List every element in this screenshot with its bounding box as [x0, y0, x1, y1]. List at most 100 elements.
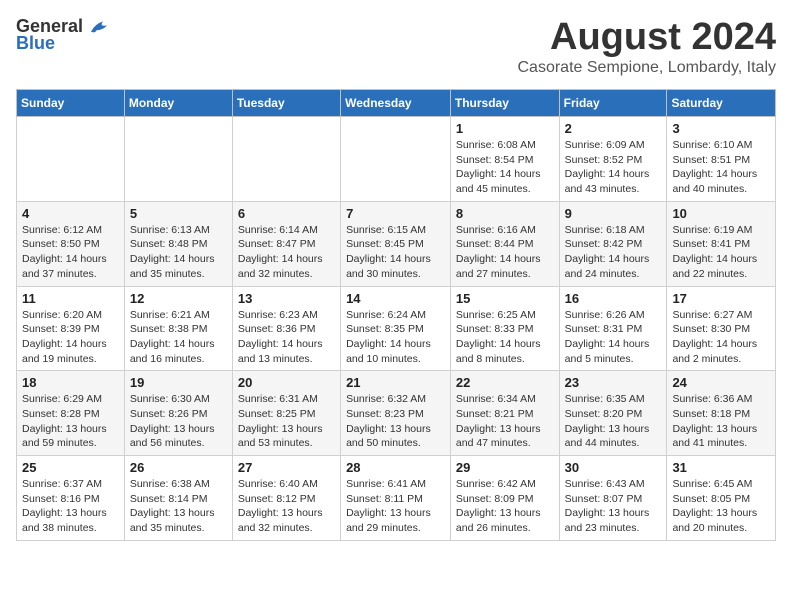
table-row: 23Sunrise: 6:35 AMSunset: 8:20 PMDayligh…: [559, 371, 667, 456]
table-row: 22 Sunrise: 6:34 AMSunset: 8:21 PMDayligh…: [450, 371, 559, 456]
table-row: 20Sunrise: 6:31 AMSunset: 8:25 PMDayligh…: [232, 371, 340, 456]
table-row: 4 Sunrise: 6:12 AMSunset: 8:50 PMDaylight…: [17, 201, 125, 286]
table-row: 5 Sunrise: 6:13 AMSunset: 8:48 PMDaylight…: [124, 201, 232, 286]
table-row: 19 Sunrise: 6:30 AMSunset: 8:26 PMDayligh…: [124, 371, 232, 456]
table-row: 2 Sunrise: 6:09 AMSunset: 8:52 PMDaylight…: [559, 117, 667, 202]
table-row: [124, 117, 232, 202]
day-number: 5: [130, 206, 227, 221]
day-number: 7: [346, 206, 445, 221]
day-number: 24: [672, 375, 770, 390]
day-number: 23: [565, 375, 662, 390]
col-tuesday: Tuesday: [232, 90, 340, 117]
table-row: 13Sunrise: 6:23 AMSunset: 8:36 PMDayligh…: [232, 286, 340, 371]
day-info: Sunrise: 6:40 AMSunset: 8:12 PMDaylight:…: [238, 477, 335, 536]
table-row: 11 Sunrise: 6:20 AMSunset: 8:39 PMDayligh…: [17, 286, 125, 371]
calendar-title-area: August 2024 Casorate Sempione, Lombardy,…: [518, 16, 777, 77]
day-number: 14: [346, 291, 445, 306]
day-info: Sunrise: 6:08 AMSunset: 8:54 PMDaylight:…: [456, 138, 554, 197]
day-info: Sunrise: 6:12 AMSunset: 8:50 PMDaylight:…: [22, 223, 119, 282]
day-info: Sunrise: 6:10 AMSunset: 8:51 PMDaylight:…: [672, 138, 770, 197]
table-row: 9 Sunrise: 6:18 AMSunset: 8:42 PMDaylight…: [559, 201, 667, 286]
day-info: Sunrise: 6:21 AMSunset: 8:38 PMDaylight:…: [130, 308, 227, 367]
col-friday: Friday: [559, 90, 667, 117]
day-info: Sunrise: 6:43 AMSunset: 8:07 PMDaylight:…: [565, 477, 662, 536]
table-row: 3 Sunrise: 6:10 AMSunset: 8:51 PMDaylight…: [667, 117, 776, 202]
col-saturday: Saturday: [667, 90, 776, 117]
day-info: Sunrise: 6:31 AMSunset: 8:25 PMDaylight:…: [238, 392, 335, 451]
day-number: 8: [456, 206, 554, 221]
day-info: Sunrise: 6:18 AMSunset: 8:42 PMDaylight:…: [565, 223, 662, 282]
day-number: 9: [565, 206, 662, 221]
day-info: Sunrise: 6:30 AMSunset: 8:26 PMDaylight:…: [130, 392, 227, 451]
day-number: 15: [456, 291, 554, 306]
day-info: Sunrise: 6:26 AMSunset: 8:31 PMDaylight:…: [565, 308, 662, 367]
location-subtitle: Casorate Sempione, Lombardy, Italy: [518, 59, 777, 77]
day-number: 3: [672, 121, 770, 136]
table-row: 26 Sunrise: 6:38 AMSunset: 8:14 PMDayligh…: [124, 456, 232, 541]
day-info: Sunrise: 6:20 AMSunset: 8:39 PMDaylight:…: [22, 308, 119, 367]
calendar-week-row: 11 Sunrise: 6:20 AMSunset: 8:39 PMDayligh…: [17, 286, 776, 371]
calendar-week-row: 1Sunrise: 6:08 AMSunset: 8:54 PMDaylight…: [17, 117, 776, 202]
table-row: 15 Sunrise: 6:25 AMSunset: 8:33 PMDayligh…: [450, 286, 559, 371]
calendar-week-row: 25 Sunrise: 6:37 AMSunset: 8:16 PMDayligh…: [17, 456, 776, 541]
table-row: [341, 117, 451, 202]
calendar-week-row: 18Sunrise: 6:29 AMSunset: 8:28 PMDayligh…: [17, 371, 776, 456]
calendar-header-row: Sunday Monday Tuesday Wednesday Thursday…: [17, 90, 776, 117]
day-number: 30: [565, 460, 662, 475]
table-row: 25 Sunrise: 6:37 AMSunset: 8:16 PMDayligh…: [17, 456, 125, 541]
day-number: 27: [238, 460, 335, 475]
table-row: 29Sunrise: 6:42 AMSunset: 8:09 PMDayligh…: [450, 456, 559, 541]
day-info: Sunrise: 6:14 AMSunset: 8:47 PMDaylight:…: [238, 223, 335, 282]
day-number: 2: [565, 121, 662, 136]
day-number: 28: [346, 460, 445, 475]
day-info: Sunrise: 6:34 AMSunset: 8:21 PMDaylight:…: [456, 392, 554, 451]
table-row: 12 Sunrise: 6:21 AMSunset: 8:38 PMDayligh…: [124, 286, 232, 371]
day-number: 25: [22, 460, 119, 475]
day-number: 6: [238, 206, 335, 221]
logo-bird-icon: [87, 17, 111, 37]
day-number: 12: [130, 291, 227, 306]
table-row: 28 Sunrise: 6:41 AMSunset: 8:11 PMDayligh…: [341, 456, 451, 541]
table-row: 6 Sunrise: 6:14 AMSunset: 8:47 PMDaylight…: [232, 201, 340, 286]
day-number: 26: [130, 460, 227, 475]
table-row: [232, 117, 340, 202]
table-row: 30 Sunrise: 6:43 AMSunset: 8:07 PMDayligh…: [559, 456, 667, 541]
table-row: 7 Sunrise: 6:15 AMSunset: 8:45 PMDaylight…: [341, 201, 451, 286]
day-info: Sunrise: 6:13 AMSunset: 8:48 PMDaylight:…: [130, 223, 227, 282]
day-number: 11: [22, 291, 119, 306]
table-row: 14 Sunrise: 6:24 AMSunset: 8:35 PMDayligh…: [341, 286, 451, 371]
day-number: 4: [22, 206, 119, 221]
day-number: 10: [672, 206, 770, 221]
day-number: 22: [456, 375, 554, 390]
col-sunday: Sunday: [17, 90, 125, 117]
day-number: 16: [565, 291, 662, 306]
table-row: 1Sunrise: 6:08 AMSunset: 8:54 PMDaylight…: [450, 117, 559, 202]
day-number: 29: [456, 460, 554, 475]
day-info: Sunrise: 6:16 AMSunset: 8:44 PMDaylight:…: [456, 223, 554, 282]
day-info: Sunrise: 6:19 AMSunset: 8:41 PMDaylight:…: [672, 223, 770, 282]
logo-blue-text: Blue: [16, 33, 55, 54]
day-number: 18: [22, 375, 119, 390]
day-number: 31: [672, 460, 770, 475]
table-row: 21Sunrise: 6:32 AMSunset: 8:23 PMDayligh…: [341, 371, 451, 456]
table-row: 27 Sunrise: 6:40 AMSunset: 8:12 PMDayligh…: [232, 456, 340, 541]
day-info: Sunrise: 6:15 AMSunset: 8:45 PMDaylight:…: [346, 223, 445, 282]
day-number: 19: [130, 375, 227, 390]
table-row: [17, 117, 125, 202]
day-info: Sunrise: 6:37 AMSunset: 8:16 PMDaylight:…: [22, 477, 119, 536]
day-info: Sunrise: 6:38 AMSunset: 8:14 PMDaylight:…: [130, 477, 227, 536]
table-row: 10 Sunrise: 6:19 AMSunset: 8:41 PMDayligh…: [667, 201, 776, 286]
calendar-week-row: 4 Sunrise: 6:12 AMSunset: 8:50 PMDaylight…: [17, 201, 776, 286]
table-row: 8 Sunrise: 6:16 AMSunset: 8:44 PMDaylight…: [450, 201, 559, 286]
day-info: Sunrise: 6:41 AMSunset: 8:11 PMDaylight:…: [346, 477, 445, 536]
col-thursday: Thursday: [450, 90, 559, 117]
col-wednesday: Wednesday: [341, 90, 451, 117]
logo: General Blue: [16, 16, 111, 54]
day-info: Sunrise: 6:09 AMSunset: 8:52 PMDaylight:…: [565, 138, 662, 197]
day-info: Sunrise: 6:36 AMSunset: 8:18 PMDaylight:…: [672, 392, 770, 451]
table-row: 16 Sunrise: 6:26 AMSunset: 8:31 PMDayligh…: [559, 286, 667, 371]
day-info: Sunrise: 6:25 AMSunset: 8:33 PMDaylight:…: [456, 308, 554, 367]
month-year-title: August 2024: [518, 16, 777, 59]
day-info: Sunrise: 6:32 AMSunset: 8:23 PMDaylight:…: [346, 392, 445, 451]
day-info: Sunrise: 6:24 AMSunset: 8:35 PMDaylight:…: [346, 308, 445, 367]
